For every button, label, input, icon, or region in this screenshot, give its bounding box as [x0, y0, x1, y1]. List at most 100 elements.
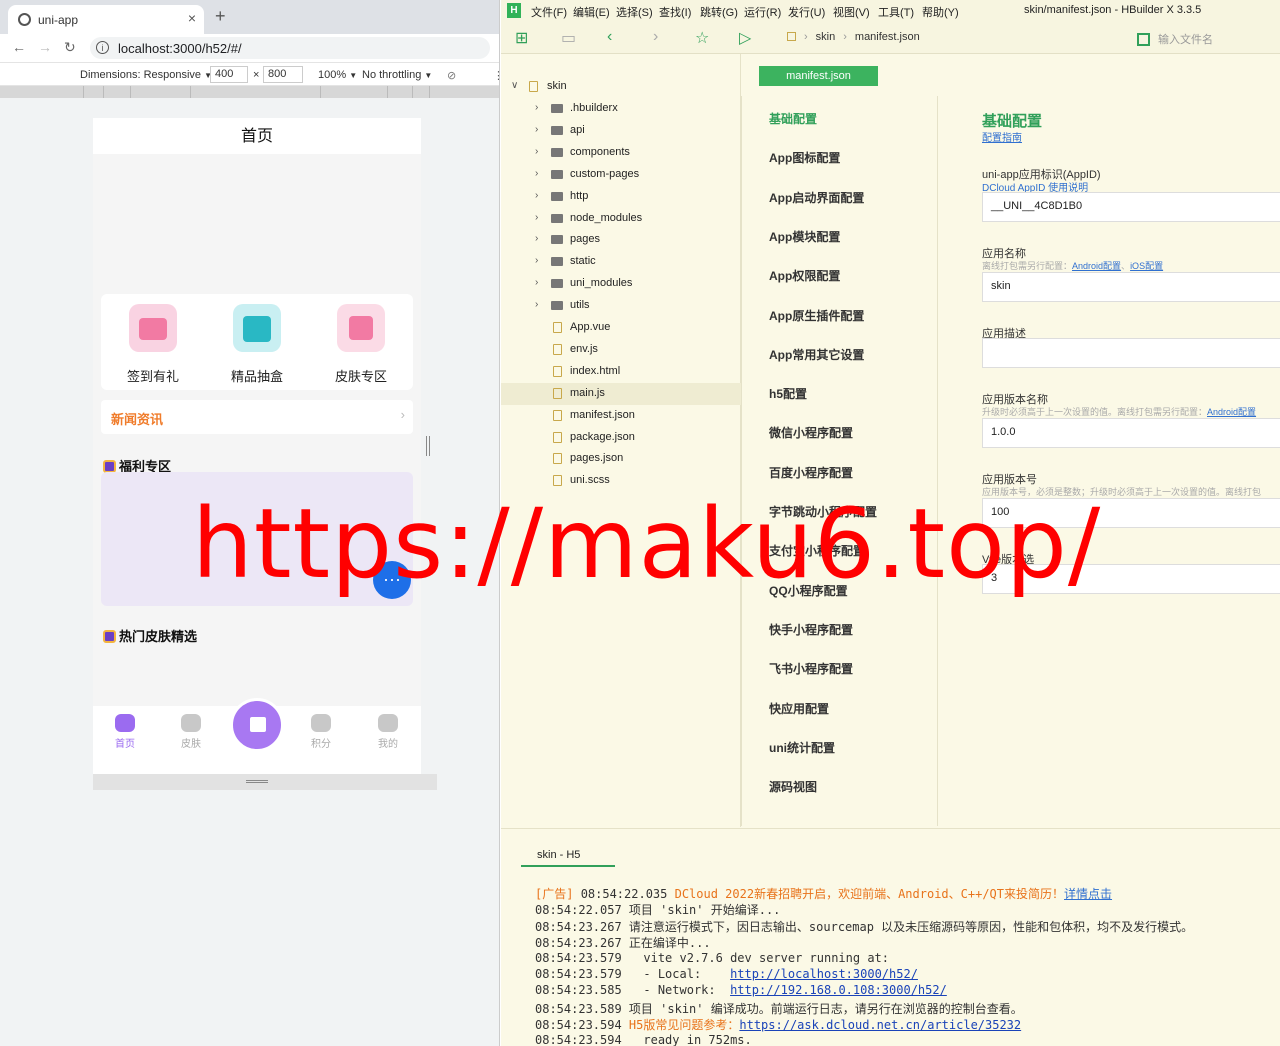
height-input[interactable]: 800: [263, 66, 303, 83]
tree-file[interactable]: index.html: [501, 361, 741, 383]
manifest-nav-item[interactable]: 基础配置: [769, 110, 817, 127]
tree-folder[interactable]: › pages: [501, 229, 741, 251]
manifest-nav-item[interactable]: App模块配置: [769, 228, 840, 245]
manifest-nav-item[interactable]: uni统计配置: [769, 739, 835, 756]
menu-file[interactable]: 文件(F): [531, 4, 567, 20]
file-search[interactable]: 输入文件名: [1137, 31, 1213, 47]
chevron-right-icon: ›: [535, 255, 539, 267]
editor-tab-manifest[interactable]: manifest.json: [759, 66, 878, 86]
menu-run[interactable]: 运行(R): [744, 4, 781, 20]
resize-handle-right[interactable]: [426, 436, 430, 456]
feature-skins[interactable]: 皮肤专区: [309, 304, 413, 385]
tree-folder[interactable]: › utils: [501, 295, 741, 317]
version-name-input[interactable]: 1.0.0: [982, 418, 1280, 448]
tab-home[interactable]: 首页: [105, 714, 145, 750]
breadcrumb-item[interactable]: manifest.json: [855, 31, 920, 43]
tab-center-button[interactable]: [230, 698, 284, 752]
tree-folder[interactable]: › custom-pages: [501, 164, 741, 186]
ios-config-link[interactable]: iOS配置: [1130, 261, 1163, 271]
chevron-right-icon: ›: [535, 102, 539, 113]
menu-view[interactable]: 视图(V): [833, 4, 870, 20]
tree-file[interactable]: env.js: [501, 339, 741, 361]
config-guide-link[interactable]: 配置指南: [982, 129, 1022, 144]
android-config-link[interactable]: Android配置: [1072, 261, 1121, 271]
tree-folder[interactable]: › api: [501, 120, 741, 142]
tree-folder[interactable]: › node_modules: [501, 208, 741, 230]
menu-publish[interactable]: 发行(U): [788, 4, 825, 20]
manifest-nav-item[interactable]: 百度小程序配置: [769, 464, 853, 481]
more-icon[interactable]: ⋮: [493, 69, 499, 82]
back-icon[interactable]: ←: [12, 39, 26, 55]
dimensions-select[interactable]: Dimensions: Responsive ▼: [80, 69, 212, 81]
manifest-nav-item[interactable]: 快手小程序配置: [769, 621, 853, 638]
tree-folder[interactable]: › uni_modules: [501, 273, 741, 295]
console-tab[interactable]: skin - H5: [521, 849, 615, 867]
user-icon: [378, 714, 398, 732]
android-config-link[interactable]: Android配置: [1207, 407, 1256, 417]
manifest-nav-item[interactable]: 微信小程序配置: [769, 424, 853, 441]
width-input[interactable]: 400: [210, 66, 248, 83]
menu-tools[interactable]: 工具(T): [878, 4, 914, 20]
tree-root[interactable]: ∨ skin: [501, 76, 741, 98]
tree-file[interactable]: pages.json: [501, 448, 741, 470]
tab-points[interactable]: 积分: [301, 714, 341, 750]
manifest-nav-item[interactable]: App启动界面配置: [769, 189, 864, 206]
menu-goto[interactable]: 跳转(G): [700, 4, 738, 20]
tab-skins[interactable]: 皮肤: [171, 714, 211, 750]
times-sign: ×: [253, 69, 260, 81]
manifest-nav-item[interactable]: App原生插件配置: [769, 307, 864, 324]
menu-help[interactable]: 帮助(Y): [922, 4, 959, 20]
menu-select[interactable]: 选择(S): [616, 4, 653, 20]
manifest-nav-item[interactable]: App图标配置: [769, 149, 840, 166]
faq-link[interactable]: https://ask.dcloud.net.cn/article/35232: [739, 1018, 1021, 1032]
forward-icon[interactable]: ›: [653, 28, 658, 46]
tree-folder[interactable]: › .hbuilderx: [501, 98, 741, 120]
chevron-right-icon: ›: [535, 211, 539, 223]
zoom-select[interactable]: 100% ▼: [318, 69, 357, 81]
save-icon[interactable]: ▭: [561, 28, 576, 48]
app-desc-input[interactable]: [982, 338, 1280, 368]
reload-icon[interactable]: ↻: [64, 39, 76, 56]
feature-blindbox[interactable]: 精品抽盒: [205, 304, 309, 385]
breadcrumb-item[interactable]: skin: [816, 31, 836, 43]
ad-details-link[interactable]: 详情点击: [1064, 887, 1112, 901]
phone-viewport: 首页 签到有礼 精品抽盒 皮肤专区 新闻资讯 › 福利专区 ··· 热门皮肤精选…: [93, 118, 421, 774]
manifest-nav-item[interactable]: 源码视图: [769, 778, 817, 795]
throttle-select[interactable]: No throttling ▼: [362, 69, 432, 81]
tree-file[interactable]: App.vue: [501, 317, 741, 339]
manifest-nav-item[interactable]: App权限配置: [769, 267, 840, 284]
back-icon[interactable]: ‹: [607, 28, 612, 46]
star-icon[interactable]: ☆: [695, 28, 709, 48]
tree-file[interactable]: manifest.json: [501, 405, 741, 427]
manifest-nav-item[interactable]: h5配置: [769, 385, 807, 402]
forward-icon[interactable]: →: [38, 39, 52, 55]
manifest-nav-item[interactable]: App常用其它设置: [769, 346, 864, 363]
network-url-link[interactable]: http://192.168.0.108:3000/h52/: [730, 983, 947, 997]
new-file-icon[interactable]: ⊞: [515, 28, 528, 48]
tree-folder[interactable]: › http: [501, 186, 741, 208]
tab-mine[interactable]: 我的: [368, 714, 408, 750]
close-tab-icon[interactable]: ×: [188, 10, 196, 26]
site-info-icon[interactable]: i: [96, 41, 109, 54]
globe-icon: [18, 13, 31, 26]
tree-folder[interactable]: › static: [501, 251, 741, 273]
run-icon[interactable]: ▷: [739, 28, 751, 48]
menu-find[interactable]: 查找(I): [659, 4, 691, 20]
new-tab-button[interactable]: +: [215, 6, 226, 27]
manifest-nav-item[interactable]: 飞书小程序配置: [769, 660, 853, 677]
manifest-nav-item[interactable]: 快应用配置: [769, 700, 829, 717]
browser-tab[interactable]: uni-app ×: [8, 5, 204, 34]
local-url-link[interactable]: http://localhost:3000/h52/: [730, 967, 918, 981]
menu-edit[interactable]: 编辑(E): [573, 4, 610, 20]
rotate-icon[interactable]: ⊘: [447, 69, 456, 82]
feature-signin[interactable]: 签到有礼: [101, 304, 205, 385]
address-bar[interactable]: i localhost:3000/h52/#/: [90, 37, 490, 59]
tree-file[interactable]: package.json: [501, 427, 741, 449]
tree-file[interactable]: main.js: [501, 382, 741, 405]
appid-input[interactable]: __UNI__4C8D1B0: [982, 192, 1280, 222]
news-bar[interactable]: 新闻资讯 ›: [101, 400, 413, 434]
app-name-input[interactable]: skin: [982, 272, 1280, 302]
chevron-right-icon: ›: [400, 407, 405, 422]
resize-handle-bottom[interactable]: [93, 774, 437, 790]
tree-folder[interactable]: › components: [501, 142, 741, 164]
